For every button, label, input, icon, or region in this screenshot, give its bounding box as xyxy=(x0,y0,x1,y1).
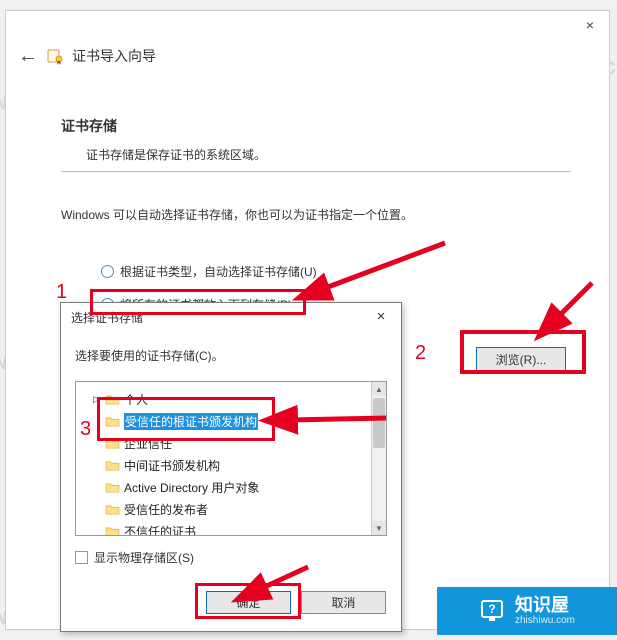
tree-scrollbar[interactable]: ▲ ▼ xyxy=(371,382,386,535)
main-close-button[interactable]: × xyxy=(576,16,604,34)
select-store-dialog: 选择证书存储 × 选择要使用的证书存储(C)。 ▷个人受信任的根证书颁发机构企业… xyxy=(60,302,402,632)
show-physical-checkbox[interactable]: 显示物理存储区(S) xyxy=(75,549,194,566)
auto-select-paragraph: Windows 可以自动选择证书存储，你也可以为证书指定一个位置。 xyxy=(61,206,413,223)
certificate-icon xyxy=(46,47,64,65)
tree-item[interactable]: 受信任的发布者 xyxy=(82,498,372,520)
tree-item-label: 不信任的证书 xyxy=(124,523,196,537)
radio-auto-select[interactable]: 根据证书类型，自动选择证书存储(U) xyxy=(101,263,317,280)
radio-label: 根据证书类型，自动选择证书存储(U) xyxy=(120,263,317,280)
store-tree[interactable]: ▷个人受信任的根证书颁发机构企业信任中间证书颁发机构 Active Directo… xyxy=(75,381,387,536)
tree-item[interactable]: ▷个人 xyxy=(82,388,372,410)
zhishiwu-logo-icon: ? xyxy=(479,598,505,624)
tree-item-label: 个人 xyxy=(124,391,148,408)
separator xyxy=(61,171,571,172)
dialog-close-button[interactable]: × xyxy=(369,307,393,325)
scroll-down-button[interactable]: ▼ xyxy=(372,521,386,535)
scroll-thumb[interactable] xyxy=(373,398,385,448)
tree-item-label: 受信任的发布者 xyxy=(124,501,208,518)
tree-item-label: 企业信任 xyxy=(124,435,172,452)
dialog-title: 选择证书存储 xyxy=(71,309,143,326)
tree-item[interactable]: 不信任的证书 xyxy=(82,520,372,536)
section-heading: 证书存储 xyxy=(61,116,117,136)
tree-item-label: 受信任的根证书颁发机构 xyxy=(124,413,258,430)
dialog-subtext: 选择要使用的证书存储(C)。 xyxy=(75,347,224,364)
badge-title: 知识屋 xyxy=(515,596,575,616)
svg-text:?: ? xyxy=(488,602,495,616)
zhishiwu-badge: ? 知识屋 zhishiwu.com xyxy=(437,587,617,635)
tree-item[interactable]: 企业信任 xyxy=(82,432,372,454)
tree-item-label: 中间证书颁发机构 xyxy=(124,457,220,474)
back-button[interactable]: ← xyxy=(18,46,38,66)
section-subtext: 证书存储是保存证书的系统区域。 xyxy=(86,146,266,163)
radio-icon xyxy=(101,265,114,278)
browse-button[interactable]: 浏览(R)... xyxy=(476,347,566,371)
tree-item[interactable]: Active Directory 用户对象 xyxy=(82,476,372,498)
scroll-track[interactable] xyxy=(372,396,386,521)
badge-url: zhishiwu.com xyxy=(515,615,575,626)
tree-item-label: Active Directory 用户对象 xyxy=(124,479,259,496)
scroll-up-button[interactable]: ▲ xyxy=(372,382,386,396)
checkbox-icon xyxy=(75,551,88,564)
checkbox-label: 显示物理存储区(S) xyxy=(94,549,194,566)
ok-button[interactable]: 确定 xyxy=(206,591,291,614)
tree-item[interactable]: 中间证书颁发机构 xyxy=(82,454,372,476)
tree-item[interactable]: 受信任的根证书颁发机构 xyxy=(82,410,372,432)
cancel-button[interactable]: 取消 xyxy=(301,591,386,614)
wizard-title: 证书导入向导 xyxy=(72,46,156,66)
